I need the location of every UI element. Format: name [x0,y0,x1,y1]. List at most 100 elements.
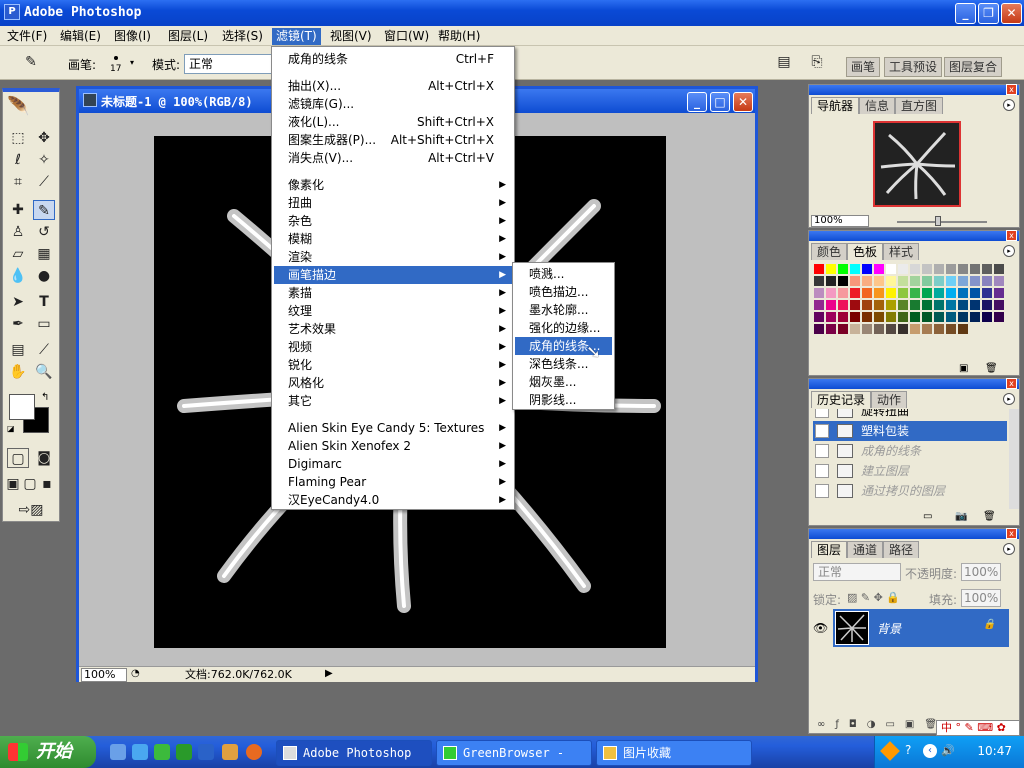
lock-icons[interactable]: ▨ ✎ ✥ 🔒 [847,591,900,604]
swatch-cell[interactable] [969,275,981,287]
quicklaunch-green-icon[interactable] [176,744,192,760]
well-tab-tool-presets[interactable]: 工具预设 [884,57,943,77]
swatch-cell[interactable] [849,323,861,335]
delete-state-icon[interactable]: 🗑 [983,511,996,522]
quicklaunch-face-icon[interactable] [246,744,262,760]
menu-layer[interactable]: 图层(L) [164,28,212,45]
history-brush-tool-icon[interactable]: ↺ [33,222,55,242]
go-to-bridge-icon[interactable]: ⎘ [806,52,828,72]
swatch-grid[interactable] [813,263,1005,335]
menu-item-video[interactable]: 视频 ▶ [274,338,512,356]
swatch-cell[interactable] [849,299,861,311]
tab-color[interactable]: 颜色 [811,243,848,260]
menu-image[interactable]: 图像(I) [110,28,155,45]
swatch-cell[interactable] [825,311,837,323]
swatch-cell[interactable] [993,311,1005,323]
layer-visibility-eye-icon[interactable]: 👁 [813,621,828,635]
history-item[interactable]: 旋转扭曲 [813,409,1007,421]
swatch-cell[interactable] [909,323,921,335]
tab-channels[interactable]: 通道 [847,541,884,558]
swatch-cell[interactable] [861,263,873,275]
menu-item-extract[interactable]: 抽出(X)... Alt+Ctrl+X [274,77,512,95]
magic-wand-tool-icon[interactable]: ✧ [33,150,55,170]
standard-mode-icon[interactable]: ▢ [7,448,29,468]
task-greenbrowser[interactable]: GreenBrowser - [... [436,740,592,766]
swatch-cell[interactable] [909,311,921,323]
swatch-cell[interactable] [921,299,933,311]
swatch-cell[interactable] [933,323,945,335]
history-item[interactable]: 通过拷贝的图层 [813,481,1007,501]
swatch-cell[interactable] [945,311,957,323]
history-item[interactable]: 成角的线条 [813,441,1007,461]
swatch-cell[interactable] [885,275,897,287]
shape-tool-icon[interactable]: ▭ [33,314,55,334]
history-source-checkbox[interactable] [815,464,829,478]
gradient-tool-icon[interactable]: ▦ [33,244,55,264]
swatch-cell[interactable] [945,299,957,311]
task-photoshop[interactable]: Adobe Photoshop [276,740,432,766]
history-source-checkbox[interactable] [815,484,829,498]
navigator-zoom-field[interactable]: 100% [811,215,869,227]
tray-volume-icon[interactable]: 🔊 [941,744,955,757]
swatch-cell[interactable] [969,299,981,311]
menu-item-last-filter[interactable]: 成角的线条 Ctrl+F [274,50,512,68]
submenu-item-crosshatch[interactable]: 阴影线... [515,391,612,409]
swatch-cell[interactable] [921,275,933,287]
swatch-cell[interactable] [933,299,945,311]
swatch-cell[interactable] [837,299,849,311]
swatch-cell[interactable] [885,323,897,335]
opacity-field[interactable]: 100% [961,563,1001,581]
swatch-cell[interactable] [909,263,921,275]
tray-app-icon[interactable] [880,741,900,761]
swatch-cell[interactable] [825,275,837,287]
history-item-selected[interactable]: 塑料包装 [813,421,1007,441]
hand-tool-icon[interactable]: ✋ [7,362,29,382]
swatch-cell[interactable] [945,287,957,299]
menu-item-filter-gallery[interactable]: 滤镜库(G)... [274,95,512,113]
swatch-cell[interactable] [837,287,849,299]
swatch-cell[interactable] [993,287,1005,299]
new-document-from-state-icon[interactable]: ▭ [923,511,932,522]
slice-tool-icon[interactable]: ⟋ [33,172,55,192]
status-menu-icon[interactable]: ◔ [131,668,140,679]
swatch-cell[interactable] [909,275,921,287]
swatch-cell[interactable] [981,311,993,323]
menu-window[interactable]: 窗口(W) [380,28,433,45]
swatch-cell[interactable] [909,287,921,299]
swatch-cell[interactable] [873,275,885,287]
swatch-cell[interactable] [969,311,981,323]
doc-close-button[interactable]: ✕ [733,92,753,112]
menu-item-liquify[interactable]: 液化(L)... Shift+Ctrl+X [274,113,512,131]
toggle-palette-icon[interactable]: ▤ [773,52,795,72]
menu-item-flaming-pear[interactable]: Flaming Pear ▶ [274,473,512,491]
palette-close-icon[interactable]: x [1006,230,1017,241]
history-source-checkbox[interactable] [815,444,829,458]
well-tab-layer-comps[interactable]: 图层复合 [944,57,1003,77]
swatch-cell[interactable] [813,299,825,311]
swatch-cell[interactable] [981,275,993,287]
foreground-color-swatch[interactable] [9,394,35,420]
notes-tool-icon[interactable]: ▤ [7,340,29,360]
doc-minimize-button[interactable]: _ [687,92,707,112]
swatch-cell[interactable] [957,299,969,311]
zoom-tool-icon[interactable]: 🔍 [33,362,55,382]
swatch-cell[interactable] [933,263,945,275]
layer-bottom-buttons[interactable]: ∞ƒ◘◑▭▣🗑 [817,719,947,730]
crop-tool-icon[interactable]: ⌗ [7,172,29,192]
menu-item-other[interactable]: 其它 ▶ [274,392,512,410]
menu-item-blur[interactable]: 模糊 ▶ [274,230,512,248]
delete-swatch-icon[interactable]: 🗑 [985,363,998,374]
brush-size-picker[interactable]: 17 ▾ [104,52,140,76]
swatch-cell[interactable] [981,287,993,299]
swatch-cell[interactable] [921,311,933,323]
menu-filter[interactable]: 滤镜(T) [272,28,321,45]
menu-file[interactable]: 文件(F) [3,28,51,45]
brush-tool-preset-icon[interactable]: ✎ [20,52,42,72]
swatch-cell[interactable] [897,323,909,335]
menu-help[interactable]: 帮助(H) [434,28,484,45]
tray-help-icon[interactable]: ? [905,743,911,757]
menu-edit[interactable]: 编辑(E) [56,28,105,45]
menu-item-noise[interactable]: 杂色 ▶ [274,212,512,230]
eyedropper-tool-icon[interactable]: ⟋ [33,340,55,360]
swatch-cell[interactable] [873,311,885,323]
